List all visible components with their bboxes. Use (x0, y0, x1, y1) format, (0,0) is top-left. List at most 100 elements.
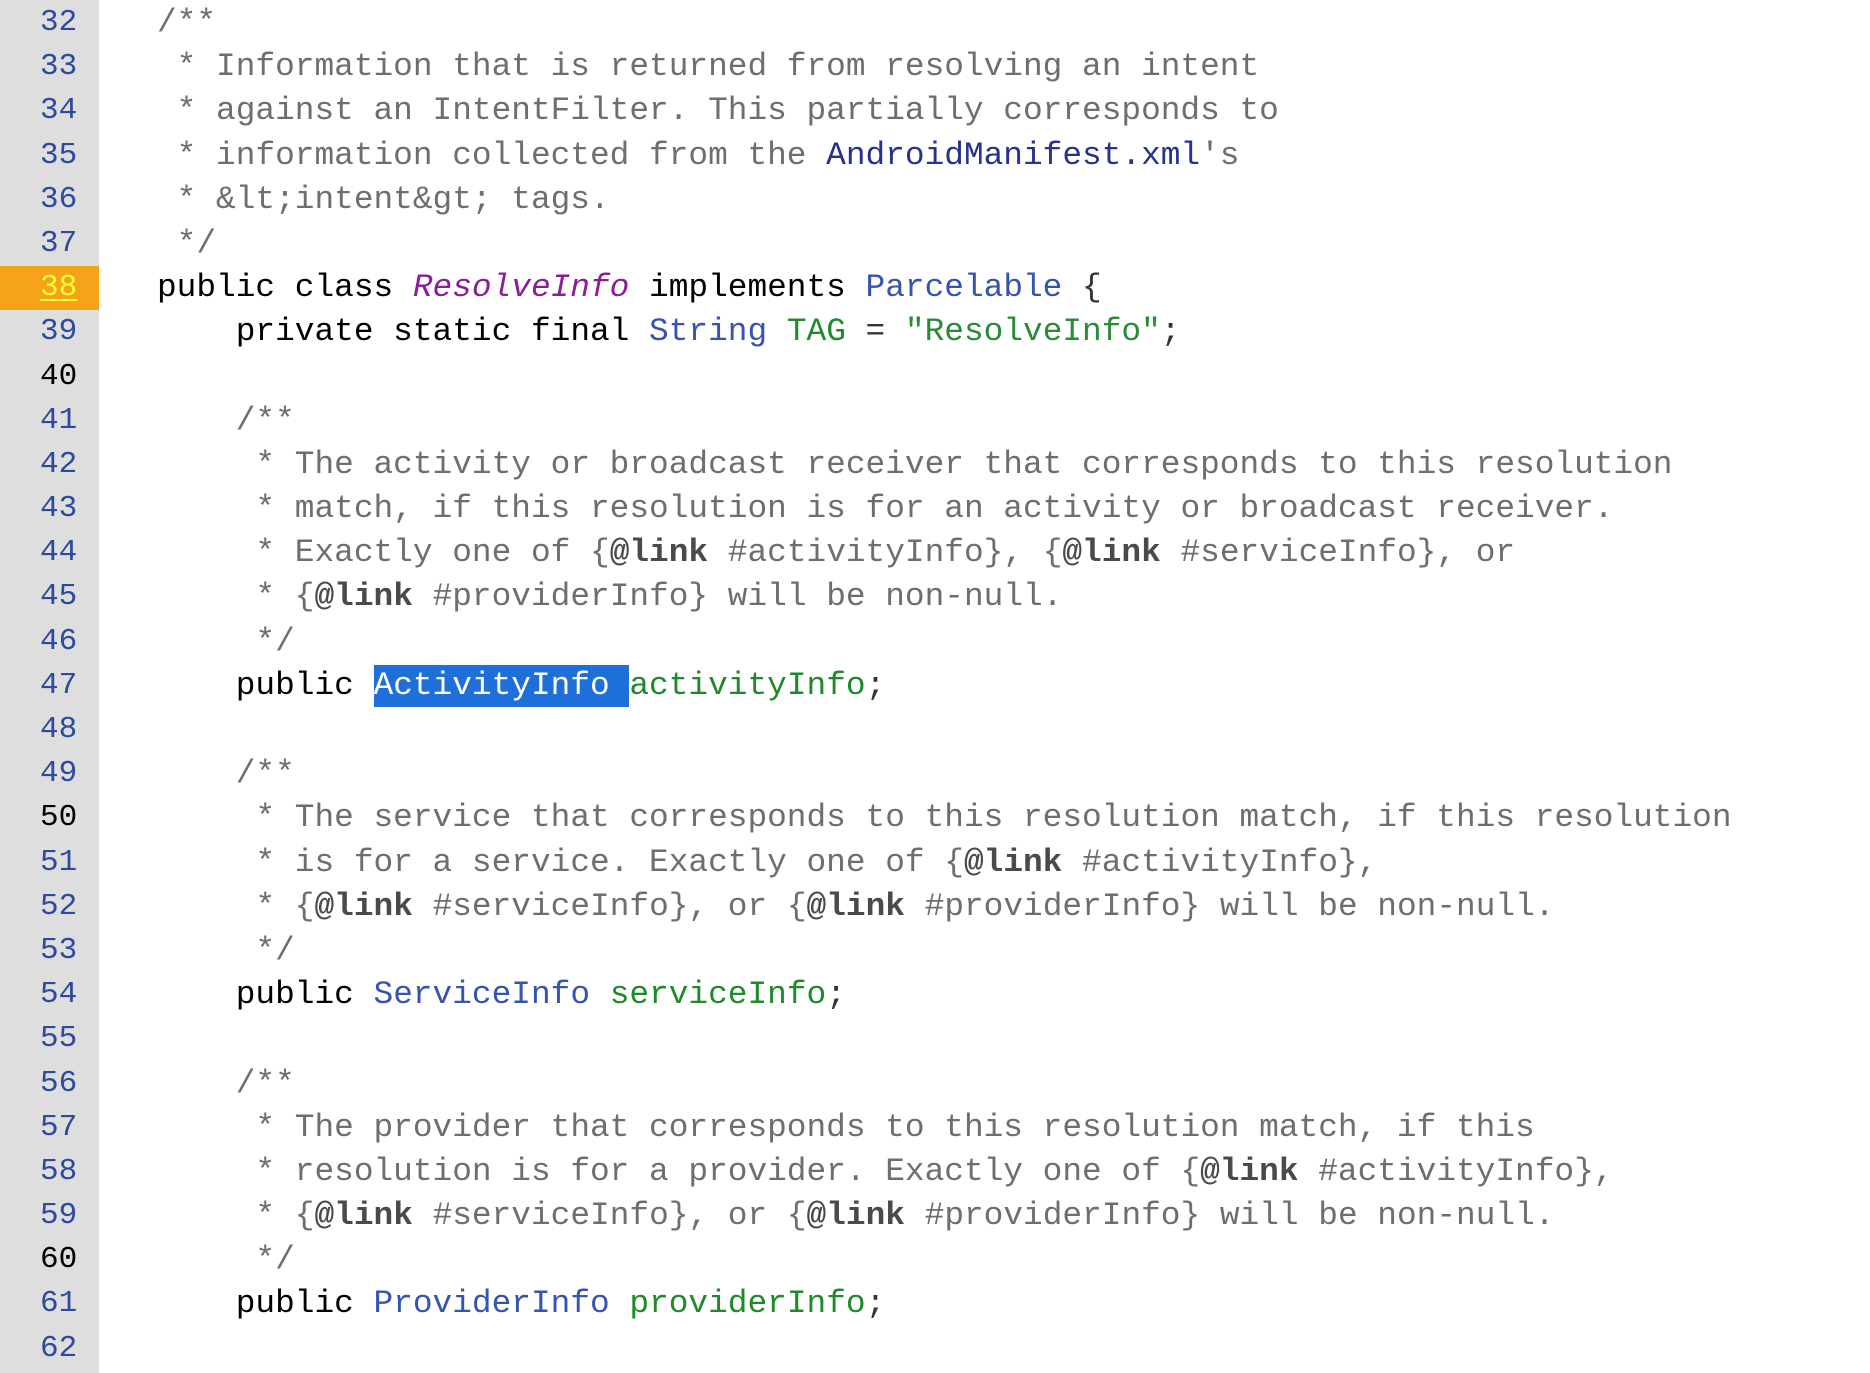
comment-text: * &lt;intent&gt; tags. (157, 180, 610, 218)
line-number-57[interactable]: 57 (0, 1106, 99, 1150)
field-name: serviceInfo (609, 976, 827, 1014)
javadoc-link-tag: @link (609, 534, 709, 572)
code-line-35[interactable]: * information collected from the Android… (157, 134, 1870, 178)
field-name: providerInfo (629, 1285, 866, 1323)
line-number-50[interactable]: 50 (0, 796, 99, 840)
code-area[interactable]: /** * Information that is returned from … (99, 0, 1870, 1373)
comment-text: * { (235, 887, 315, 925)
line-number-43[interactable]: 43 (0, 487, 99, 531)
line-number-36[interactable]: 36 (0, 178, 99, 222)
code-line-55[interactable] (157, 1017, 1870, 1061)
line-number-39[interactable]: 39 (0, 310, 99, 354)
punctuation (767, 313, 787, 350)
code-line-51[interactable]: * is for a service. Exactly one of {@lin… (157, 841, 1870, 885)
line-number-49[interactable]: 49 (0, 752, 99, 796)
type-name: String (649, 313, 768, 351)
line-number-61[interactable]: 61 (0, 1282, 99, 1326)
line-number-41[interactable]: 41 (0, 399, 99, 443)
line-number-35[interactable]: 35 (0, 134, 99, 178)
code-line-36[interactable]: * &lt;intent&gt; tags. (157, 178, 1870, 222)
keyword: public (235, 976, 374, 1014)
code-line-38[interactable]: public class ResolveInfo implements Parc… (157, 266, 1870, 310)
comment-text: * Information that is returned from reso… (157, 48, 1260, 86)
code-line-32[interactable]: /** (157, 1, 1870, 45)
code-line-58[interactable]: * resolution is for a provider. Exactly … (157, 1150, 1870, 1194)
code-line-33[interactable]: * Information that is returned from reso… (157, 45, 1870, 89)
javadoc-link-tag: @link (1200, 1152, 1299, 1190)
javadoc-link-tag: @link (314, 887, 413, 925)
line-number-46[interactable]: 46 (0, 620, 99, 664)
line-number-60[interactable]: 60 (0, 1238, 99, 1282)
punctuation (610, 1285, 630, 1322)
comment-text: */ (235, 622, 295, 660)
code-line-41[interactable]: /** (157, 399, 1870, 443)
code-line-50[interactable]: * The service that corresponds to this r… (157, 796, 1870, 840)
line-number-37[interactable]: 37 (0, 222, 99, 266)
type-name: Parcelable (865, 269, 1063, 307)
keyword: public (235, 1285, 374, 1323)
comment-text: /** (235, 1064, 295, 1102)
comment-text: * resolution is for a provider. Exactly … (235, 1152, 1201, 1190)
code-line-42[interactable]: * The activity or broadcast receiver tha… (157, 443, 1870, 487)
line-number-59[interactable]: 59 (0, 1194, 99, 1238)
code-line-48[interactable] (157, 708, 1870, 752)
code-line-61[interactable]: public ProviderInfo providerInfo; (157, 1282, 1870, 1326)
field-name: TAG (786, 313, 846, 351)
line-number-32[interactable]: 32 (0, 1, 99, 45)
line-number-52[interactable]: 52 (0, 885, 99, 929)
javadoc-link-tag: @link (1062, 534, 1161, 572)
comment-text: */ (157, 224, 217, 262)
code-editor[interactable]: 32 33 34 35 36 37 38 39 40 41 42 43 44 45 46 47 48 49 50 51… (0, 0, 1870, 1373)
code-line-54[interactable]: public ServiceInfo serviceInfo; (157, 973, 1870, 1017)
comment-text: */ (235, 931, 295, 969)
code-line-47[interactable]: public ActivityInfo activityInfo; (157, 664, 1870, 708)
code-line-62[interactable] (157, 1327, 1870, 1371)
line-number-gutter[interactable]: 32 33 34 35 36 37 38 39 40 41 42 43 44 45 46 47 48 49 50 51… (0, 0, 99, 1373)
line-number-51[interactable]: 51 (0, 841, 99, 885)
comment-text: * information collected from the (157, 136, 827, 174)
line-number-54[interactable]: 54 (0, 973, 99, 1017)
code-line-43[interactable]: * match, if this resolution is for an ac… (157, 487, 1870, 531)
code-line-34[interactable]: * against an IntentFilter. This partiall… (157, 89, 1870, 133)
line-number-58[interactable]: 58 (0, 1150, 99, 1194)
keyword: public class (157, 269, 413, 307)
punctuation: ; (826, 976, 846, 1014)
line-number-33[interactable]: 33 (0, 45, 99, 89)
comment-text: 's (1200, 136, 1240, 174)
line-number-62[interactable]: 62 (0, 1327, 99, 1371)
line-number-48[interactable]: 48 (0, 708, 99, 752)
line-number-53[interactable]: 53 (0, 929, 99, 973)
code-line-49[interactable]: /** (157, 752, 1870, 796)
field-name: activityInfo (629, 666, 866, 704)
code-line-60[interactable]: */ (157, 1238, 1870, 1282)
code-line-39[interactable]: private static final String TAG = "Resol… (157, 310, 1870, 354)
line-number-56[interactable]: 56 (0, 1062, 99, 1106)
code-line-37[interactable]: */ (157, 222, 1870, 266)
code-line-53[interactable]: */ (157, 929, 1870, 973)
line-number-44[interactable]: 44 (0, 531, 99, 575)
comment-text: /** (235, 401, 295, 439)
code-line-57[interactable]: * The provider that corresponds to this … (157, 1106, 1870, 1150)
line-number-34[interactable]: 34 (0, 89, 99, 133)
line-number-38[interactable]: 38 (0, 266, 99, 311)
line-number-45[interactable]: 45 (0, 575, 99, 619)
line-number-55[interactable]: 55 (0, 1017, 99, 1061)
code-line-59[interactable]: * {@link #serviceInfo}, or {@link #provi… (157, 1194, 1870, 1238)
code-line-56[interactable]: /** (157, 1062, 1870, 1106)
code-line-46[interactable]: */ (157, 620, 1870, 664)
code-line-52[interactable]: * {@link #serviceInfo}, or {@link #provi… (157, 885, 1870, 929)
code-line-44[interactable]: * Exactly one of {@link #activityInfo}, … (157, 531, 1870, 575)
line-number-40[interactable]: 40 (0, 355, 99, 399)
code-line-45[interactable]: * {@link #providerInfo} will be non-null… (157, 575, 1870, 619)
line-number-47[interactable]: 47 (0, 664, 99, 708)
line-number-42[interactable]: 42 (0, 443, 99, 487)
code-line-40[interactable] (157, 355, 1870, 399)
comment-text: * is for a service. Exactly one of { (235, 843, 964, 881)
